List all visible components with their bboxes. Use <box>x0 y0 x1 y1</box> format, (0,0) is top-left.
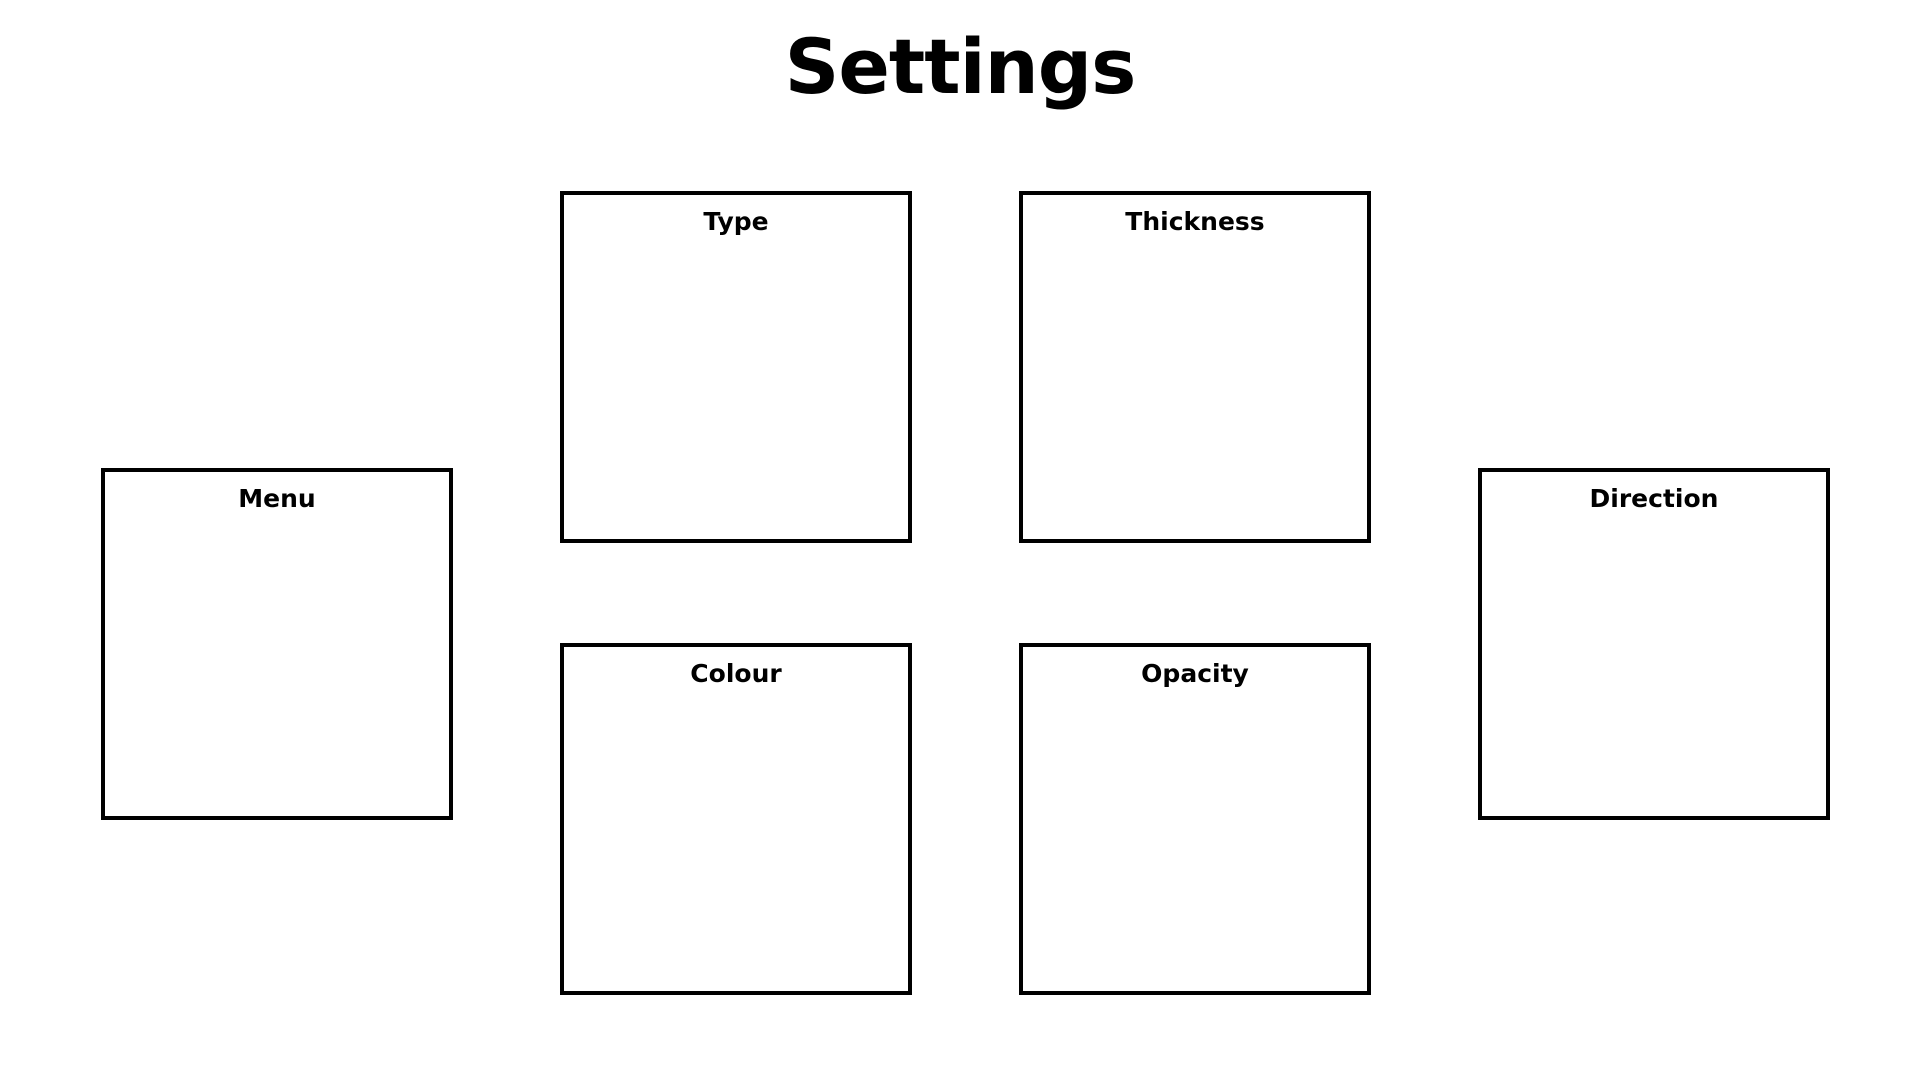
menu-panel-label: Menu <box>238 484 316 513</box>
type-panel-label: Type <box>703 207 769 236</box>
menu-panel-content[interactable] <box>105 522 449 816</box>
colour-panel-label: Colour <box>690 659 782 688</box>
thickness-panel[interactable]: Thickness <box>1019 191 1371 543</box>
direction-panel-content[interactable] <box>1482 522 1826 816</box>
colour-panel-content[interactable] <box>564 697 908 991</box>
opacity-panel-label: Opacity <box>1141 659 1249 688</box>
colour-panel[interactable]: Colour <box>560 643 912 995</box>
direction-panel-label: Direction <box>1589 484 1719 513</box>
thickness-panel-content[interactable] <box>1023 245 1367 539</box>
menu-panel[interactable]: Menu <box>101 468 453 820</box>
type-panel-content[interactable] <box>564 245 908 539</box>
type-panel[interactable]: Type <box>560 191 912 543</box>
page-title: Settings <box>784 22 1137 111</box>
opacity-panel-content[interactable] <box>1023 697 1367 991</box>
opacity-panel[interactable]: Opacity <box>1019 643 1371 995</box>
thickness-panel-label: Thickness <box>1125 207 1265 236</box>
direction-panel[interactable]: Direction <box>1478 468 1830 820</box>
